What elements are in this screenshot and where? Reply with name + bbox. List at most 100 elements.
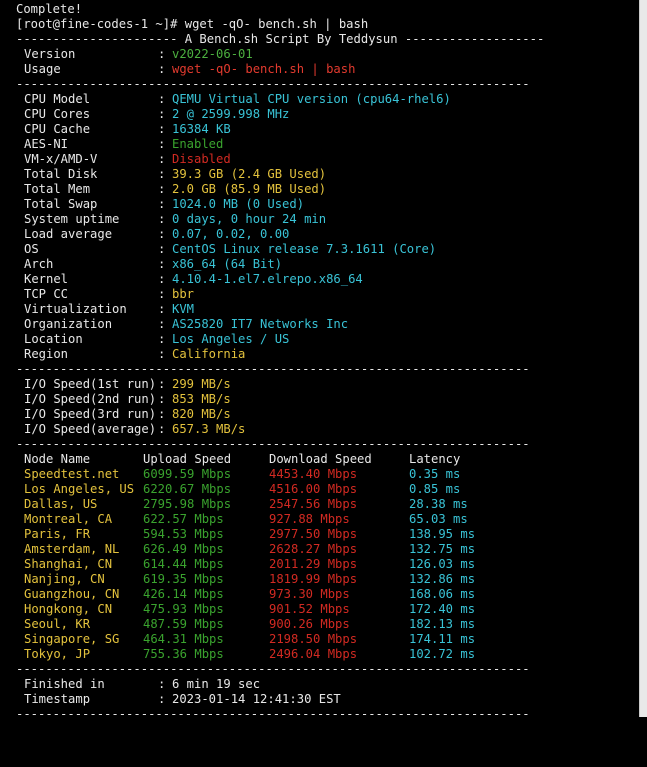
io-value: 820 MB/s bbox=[172, 407, 231, 421]
info-label: CPU Model bbox=[24, 92, 91, 106]
info-label: Load average bbox=[24, 227, 113, 241]
colon: : bbox=[158, 677, 166, 691]
upload-speed: 594.53 Mbps bbox=[143, 527, 224, 541]
info-label: OS bbox=[24, 242, 39, 256]
info-label: AES-NI bbox=[24, 137, 69, 151]
download-speed: 973.30 Mbps bbox=[269, 587, 350, 601]
colon: : bbox=[158, 137, 166, 151]
latency: 168.06 ms bbox=[409, 587, 476, 601]
info-value: California bbox=[172, 347, 246, 361]
colon: : bbox=[158, 422, 166, 436]
finished-row: Finished in : 6 min 19 sec bbox=[24, 677, 260, 692]
download-speed: 900.26 Mbps bbox=[269, 617, 350, 631]
info-label: Kernel bbox=[24, 272, 69, 286]
info-label: CPU Cache bbox=[24, 122, 91, 136]
latency: 102.72 ms bbox=[409, 647, 476, 661]
upload-speed: 426.14 Mbps bbox=[143, 587, 224, 601]
upload-speed: 755.36 Mbps bbox=[143, 647, 224, 661]
latency: 126.03 ms bbox=[409, 557, 476, 571]
latency: 28.38 ms bbox=[409, 497, 468, 511]
script-banner: ---------------------- A Bench.sh Script… bbox=[16, 32, 545, 46]
download-speed: 2496.04 Mbps bbox=[269, 647, 358, 661]
version-value: v2022-06-01 bbox=[172, 47, 253, 61]
node-name: Paris, FR bbox=[24, 527, 91, 541]
io-value: 657.3 MB/s bbox=[172, 422, 246, 436]
download-speed: 901.52 Mbps bbox=[269, 602, 350, 616]
node-name: Shanghai, CN bbox=[24, 557, 113, 571]
info-label: Region bbox=[24, 347, 69, 361]
node-name: Los Angeles, US bbox=[24, 482, 135, 496]
upload-speed: 475.93 Mbps bbox=[143, 602, 224, 616]
download-speed: 2011.29 Mbps bbox=[269, 557, 358, 571]
info-value: bbr bbox=[172, 287, 195, 301]
node-name: Nanjing, CN bbox=[24, 572, 105, 586]
node-name: Seoul, KR bbox=[24, 617, 91, 631]
latency-header: Latency bbox=[409, 452, 461, 466]
info-label: Total Mem bbox=[24, 182, 91, 196]
info-value: 1024.0 MB (0 Used) bbox=[172, 197, 305, 211]
terminal-output[interactable]: Complete! [root@fine-codes-1 ~]# wget -q… bbox=[0, 0, 640, 721]
usage-label: Usage bbox=[24, 62, 61, 76]
info-value: 2.0 GB (85.9 MB Used) bbox=[172, 182, 327, 196]
info-value: 16384 KB bbox=[172, 122, 231, 136]
separator: ----------------------------------------… bbox=[16, 437, 530, 451]
info-value: CentOS Linux release 7.3.1611 (Core) bbox=[172, 242, 437, 256]
info-label: VM-x/AMD-V bbox=[24, 152, 98, 166]
upload-speed: 622.57 Mbps bbox=[143, 512, 224, 526]
upload-speed: 487.59 Mbps bbox=[143, 617, 224, 631]
version-label: Version bbox=[24, 47, 76, 61]
command-line: [root@fine-codes-1 ~]# wget -qO- bench.s… bbox=[16, 17, 369, 31]
latency: 132.75 ms bbox=[409, 542, 476, 556]
node-name-header: Node Name bbox=[24, 452, 91, 466]
colon: : bbox=[158, 107, 166, 121]
colon: : bbox=[158, 347, 166, 361]
info-label: Total Disk bbox=[24, 167, 98, 181]
latency: 138.95 ms bbox=[409, 527, 476, 541]
upload-speed: 464.31 Mbps bbox=[143, 632, 224, 646]
io-label: I/O Speed(1st run) bbox=[24, 377, 157, 391]
upload-speed: 2795.98 Mbps bbox=[143, 497, 232, 511]
node-name: Amsterdam, NL bbox=[24, 542, 120, 556]
colon: : bbox=[158, 62, 166, 76]
download-speed: 927.88 Mbps bbox=[269, 512, 350, 526]
info-value: 2 @ 2599.998 MHz bbox=[172, 107, 290, 121]
colon: : bbox=[158, 197, 166, 211]
info-label: TCP CC bbox=[24, 287, 69, 301]
latency: 0.35 ms bbox=[409, 467, 461, 481]
colon: : bbox=[158, 302, 166, 316]
io-label: I/O Speed(3rd run) bbox=[24, 407, 157, 421]
colon: : bbox=[158, 377, 166, 391]
info-value: 0 days, 0 hour 24 min bbox=[172, 212, 327, 226]
latency: 65.03 ms bbox=[409, 512, 468, 526]
download-speed: 4516.00 Mbps bbox=[269, 482, 358, 496]
colon: : bbox=[158, 92, 166, 106]
timestamp-row: Timestamp : 2023-01-14 12:41:30 EST bbox=[24, 692, 341, 707]
node-name: Hongkong, CN bbox=[24, 602, 113, 616]
info-label: Organization bbox=[24, 317, 113, 331]
latency: 0.85 ms bbox=[409, 482, 461, 496]
download-speed: 2547.56 Mbps bbox=[269, 497, 358, 511]
info-value: Los Angeles / US bbox=[172, 332, 290, 346]
finished-value: 6 min 19 sec bbox=[172, 677, 261, 691]
download-speed: 2628.27 Mbps bbox=[269, 542, 358, 556]
colon: : bbox=[158, 317, 166, 331]
io-value: 299 MB/s bbox=[172, 377, 231, 391]
info-value: Disabled bbox=[172, 152, 231, 166]
info-value: KVM bbox=[172, 302, 195, 316]
upload-speed: 619.35 Mbps bbox=[143, 572, 224, 586]
vertical-scrollbar[interactable] bbox=[639, 0, 647, 717]
info-value: x86_64 (64 Bit) bbox=[172, 257, 283, 271]
colon: : bbox=[158, 152, 166, 166]
info-value: Enabled bbox=[172, 137, 224, 151]
colon: : bbox=[158, 182, 166, 196]
upload-speed: 6220.67 Mbps bbox=[143, 482, 232, 496]
io-value: 853 MB/s bbox=[172, 392, 231, 406]
separator: ----------------------------------------… bbox=[16, 77, 530, 91]
colon: : bbox=[158, 692, 166, 706]
download-speed-header: Download Speed bbox=[269, 452, 372, 466]
upload-speed: 614.44 Mbps bbox=[143, 557, 224, 571]
separator: ----------------------------------------… bbox=[16, 707, 530, 721]
colon: : bbox=[158, 122, 166, 136]
colon: : bbox=[158, 47, 166, 61]
upload-speed: 6099.59 Mbps bbox=[143, 467, 232, 481]
